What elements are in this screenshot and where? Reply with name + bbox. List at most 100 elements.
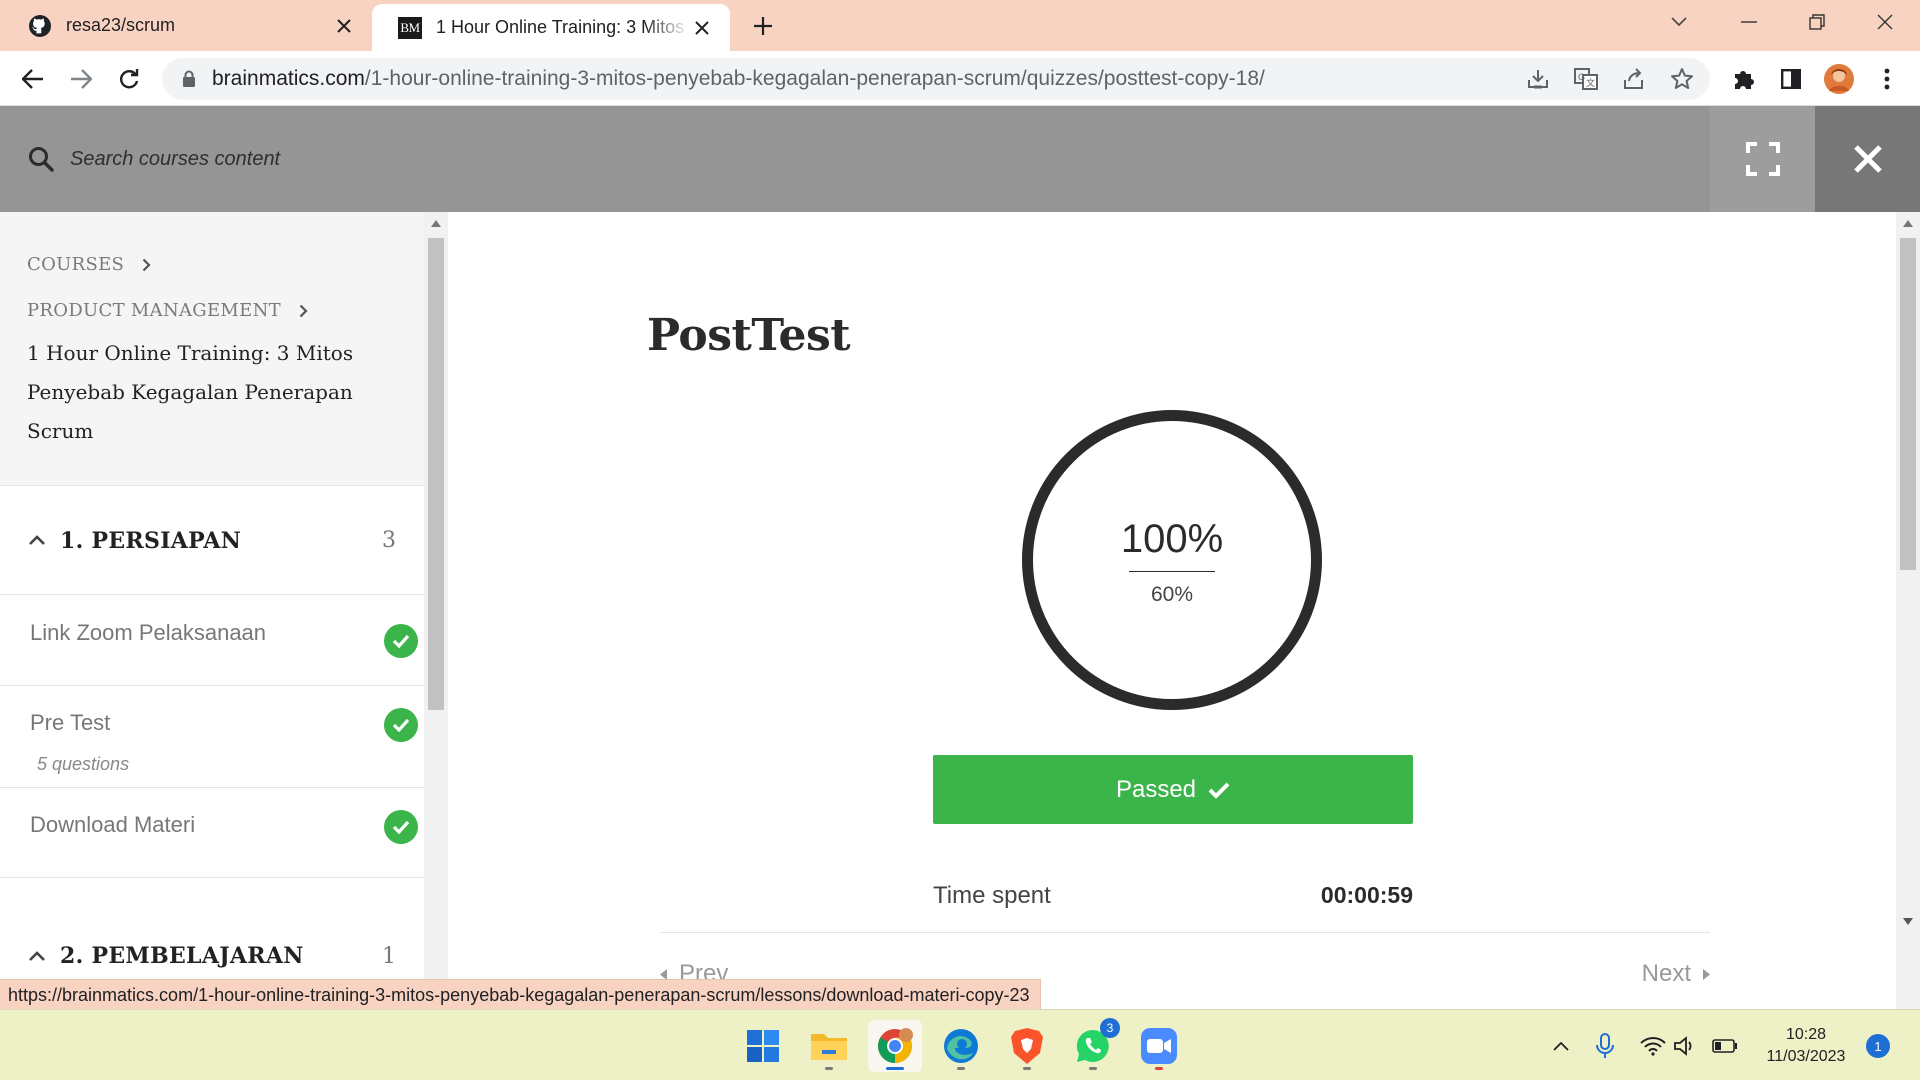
edge-icon[interactable] bbox=[934, 1020, 988, 1072]
lesson-title: Download Materi bbox=[30, 812, 196, 837]
breadcrumb-courses[interactable]: COURSES bbox=[27, 254, 151, 275]
course-search bbox=[28, 106, 570, 212]
notification-badge[interactable]: 1 bbox=[1866, 1034, 1890, 1058]
lesson-item[interactable]: Link Zoom Pelaksanaan bbox=[0, 596, 424, 686]
microphone-icon[interactable] bbox=[1590, 1031, 1620, 1061]
whatsapp-icon[interactable]: 3 bbox=[1066, 1018, 1120, 1072]
brave-icon[interactable] bbox=[1000, 1020, 1054, 1072]
restore-button[interactable] bbox=[1782, 0, 1852, 44]
reload-button[interactable] bbox=[112, 62, 146, 96]
windows-start-icon[interactable] bbox=[736, 1020, 790, 1072]
sidebar-scrollbar[interactable] bbox=[424, 212, 448, 1009]
section-title: 1. PERSIAPAN bbox=[60, 527, 242, 554]
chrome-icon[interactable] bbox=[868, 1020, 922, 1072]
windows-taskbar: 3 10:28 11/03/2023 1 bbox=[0, 1009, 1920, 1080]
curriculum-sidebar: COURSES PRODUCT MANAGEMENT 1 Hour Online… bbox=[0, 212, 424, 1009]
tab-title: resa23/scrum bbox=[66, 15, 176, 35]
time-spent-label: Time spent bbox=[933, 882, 1051, 909]
lesson-item[interactable]: Pre Test 5 questions bbox=[0, 686, 424, 788]
translate-icon[interactable]: G文 bbox=[1574, 68, 1598, 90]
chevron-right-icon bbox=[299, 304, 308, 318]
browser-tab-strip: resa23/scrum BM 1 Hour Online Training: … bbox=[0, 0, 1920, 51]
svg-text:文: 文 bbox=[1586, 77, 1595, 88]
lesson-item[interactable]: Download Materi bbox=[0, 788, 424, 878]
course-title[interactable]: 1 Hour Online Training: 3 Mitos Penyebab… bbox=[27, 334, 387, 451]
system-clock[interactable]: 10:28 11/03/2023 bbox=[1758, 1024, 1854, 1068]
lesson-meta: 5 questions bbox=[37, 754, 130, 774]
next-button[interactable]: Next bbox=[1642, 960, 1710, 988]
install-app-icon[interactable] bbox=[1526, 68, 1550, 90]
url-text[interactable]: brainmatics.com/1-hour-online-training-3… bbox=[212, 58, 1265, 100]
quiz-content: PostTest 100% 60% Passed Time spent 00:0… bbox=[448, 212, 1896, 1009]
bookmark-star-icon[interactable] bbox=[1670, 67, 1694, 91]
minimize-button[interactable] bbox=[1714, 0, 1784, 44]
section-title: 2. PEMBELAJARAN bbox=[60, 943, 304, 969]
course-header-bar bbox=[0, 106, 1920, 212]
browser-toolbar: brainmatics.com/1-hour-online-training-3… bbox=[0, 51, 1920, 106]
chevron-up-icon[interactable] bbox=[28, 535, 46, 546]
section-persiapan[interactable]: 1. PERSIAPAN 3 bbox=[0, 487, 424, 595]
svg-text:G: G bbox=[1578, 72, 1585, 82]
tab-github[interactable]: resa23/scrum bbox=[2, 0, 372, 51]
divider bbox=[1129, 571, 1215, 572]
whatsapp-badge: 3 bbox=[1100, 1018, 1120, 1038]
extensions-icon[interactable] bbox=[1726, 62, 1760, 96]
wifi-icon[interactable] bbox=[1638, 1031, 1668, 1061]
file-explorer-icon[interactable] bbox=[802, 1020, 856, 1072]
close-window-button[interactable] bbox=[1850, 0, 1920, 44]
section-lesson-count: 1 bbox=[382, 943, 396, 969]
new-tab-button[interactable] bbox=[748, 11, 778, 41]
fullscreen-button[interactable] bbox=[1710, 106, 1815, 212]
address-bar[interactable]: brainmatics.com/1-hour-online-training-3… bbox=[162, 58, 1710, 100]
breadcrumb-product-management[interactable]: PRODUCT MANAGEMENT bbox=[27, 300, 308, 321]
lesson-title: Pre Test bbox=[30, 710, 111, 735]
lesson-title: Link Zoom Pelaksanaan bbox=[30, 620, 267, 645]
expand-icon bbox=[1745, 142, 1780, 176]
completed-check-icon bbox=[384, 810, 418, 844]
search-icon[interactable] bbox=[28, 146, 54, 172]
divider bbox=[660, 932, 1710, 933]
chevron-up-icon[interactable] bbox=[28, 950, 46, 962]
result-progress-circle: 100% 60% bbox=[1022, 410, 1322, 710]
scroll-down-arrow-icon[interactable] bbox=[1903, 918, 1913, 925]
tab-brainmatics[interactable]: BM 1 Hour Online Training: 3 Mitos Penye… bbox=[372, 4, 730, 51]
share-icon[interactable] bbox=[1622, 68, 1646, 90]
page-scrollbar[interactable] bbox=[1896, 212, 1920, 1009]
scrollbar-thumb[interactable] bbox=[428, 238, 444, 710]
caret-right-icon bbox=[1703, 968, 1710, 980]
passing-grade: 60% bbox=[1150, 583, 1194, 606]
breadcrumb: COURSES PRODUCT MANAGEMENT 1 Hour Online… bbox=[0, 212, 424, 486]
close-course-button[interactable] bbox=[1815, 106, 1920, 212]
profile-avatar[interactable] bbox=[1822, 62, 1856, 96]
tab-title: 1 Hour Online Training: 3 Mitos Penyebab bbox=[436, 17, 690, 37]
chrome-menu-icon[interactable] bbox=[1870, 62, 1904, 96]
scroll-up-arrow-icon[interactable] bbox=[1903, 220, 1913, 227]
result-status-badge: Passed bbox=[933, 755, 1413, 824]
chevron-right-icon bbox=[142, 258, 151, 272]
time-spent-value: 00:00:59 bbox=[1320, 882, 1413, 908]
close-tab-icon[interactable] bbox=[690, 16, 714, 40]
side-panel-icon[interactable] bbox=[1774, 62, 1808, 96]
battery-icon[interactable] bbox=[1710, 1031, 1740, 1061]
page-title: PostTest bbox=[647, 310, 851, 361]
section-lesson-count: 3 bbox=[382, 528, 396, 553]
show-hidden-icons-chevron-icon[interactable] bbox=[1546, 1031, 1576, 1061]
completed-check-icon bbox=[384, 624, 418, 658]
completed-check-icon bbox=[384, 708, 418, 742]
quiz-score: 100% bbox=[1120, 517, 1224, 561]
scroll-up-arrow-icon[interactable] bbox=[431, 220, 441, 227]
close-icon bbox=[1853, 145, 1882, 173]
search-courses-input[interactable] bbox=[70, 147, 570, 171]
tab-search-chevron-icon[interactable] bbox=[1644, 0, 1714, 44]
caret-left-icon bbox=[660, 968, 667, 980]
scrollbar-thumb[interactable] bbox=[1900, 238, 1916, 570]
check-icon bbox=[1208, 782, 1230, 799]
link-status-bubble: https://brainmatics.com/1-hour-online-tr… bbox=[0, 979, 1041, 1009]
lock-icon[interactable] bbox=[182, 70, 196, 88]
close-tab-icon[interactable] bbox=[332, 14, 356, 38]
volume-icon[interactable] bbox=[1670, 1031, 1700, 1061]
back-button[interactable] bbox=[16, 62, 50, 96]
forward-button[interactable] bbox=[64, 62, 98, 96]
brainmatics-icon: BM bbox=[398, 16, 422, 40]
zoom-icon[interactable] bbox=[1132, 1020, 1186, 1072]
